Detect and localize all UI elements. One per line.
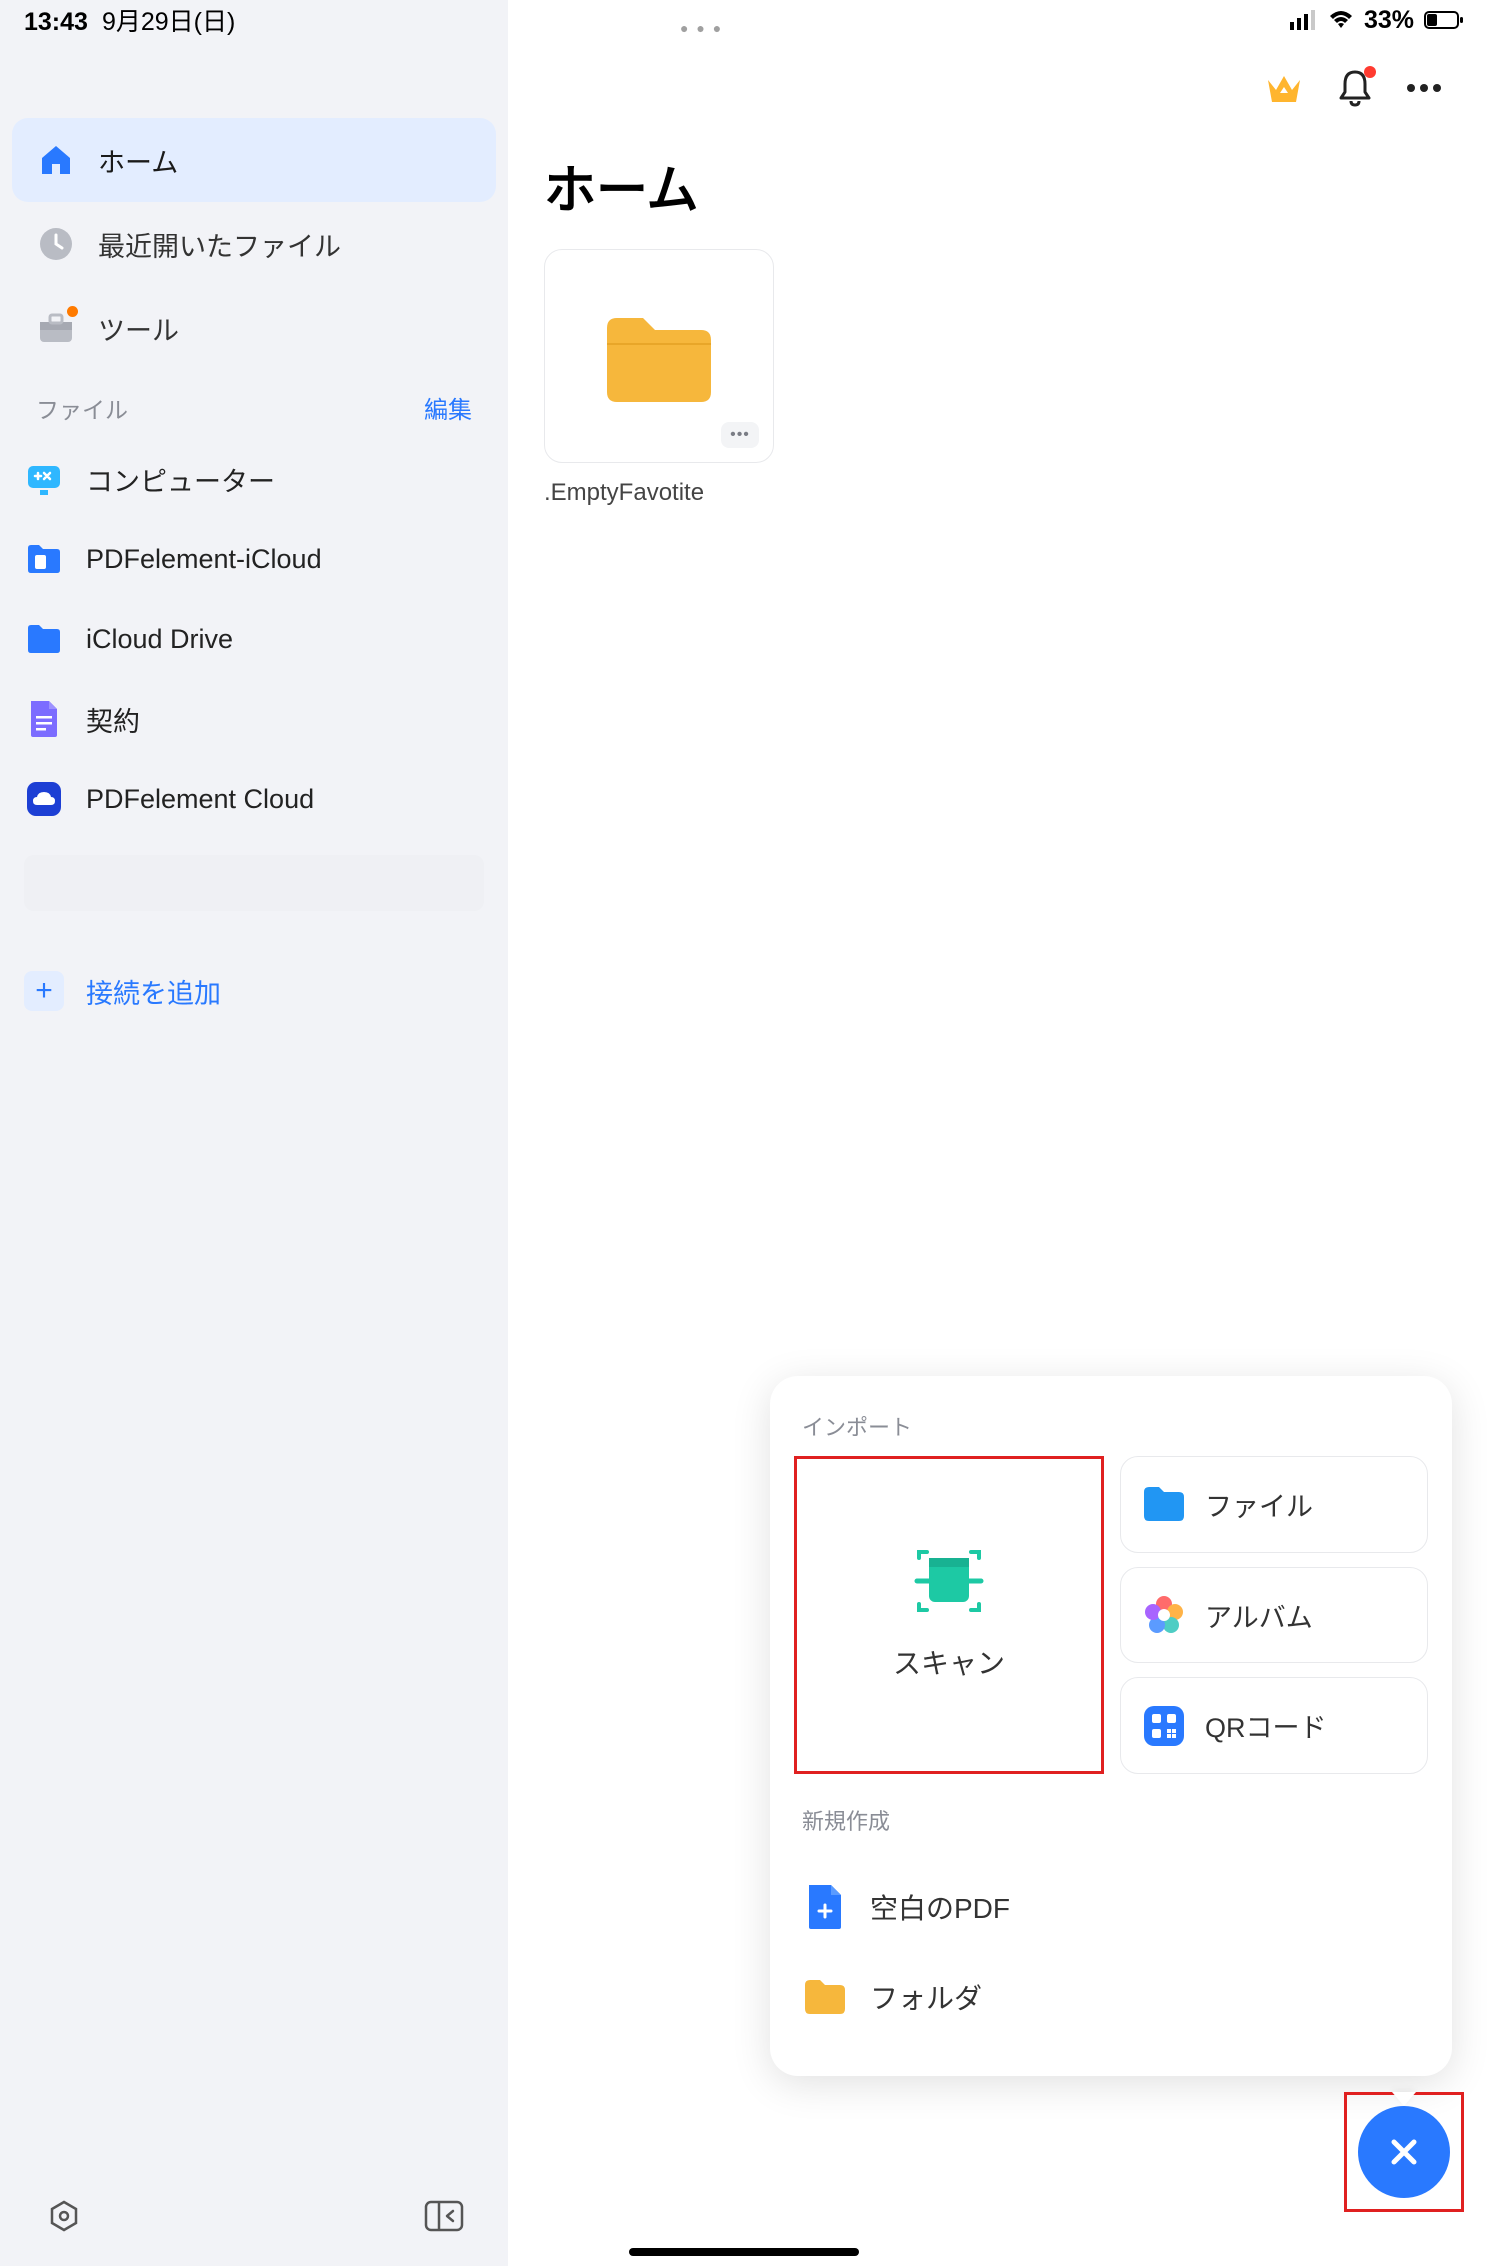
status-bar: 13:43 9月29日(日) 33%	[0, 0, 1488, 40]
sidebar-item-tools[interactable]: ツール	[12, 286, 496, 370]
status-time: 13:43	[24, 8, 88, 37]
premium-crown-button[interactable]	[1264, 70, 1304, 106]
placeholder-row	[24, 855, 484, 911]
home-icon	[36, 140, 76, 180]
folder-icon	[802, 1974, 848, 2020]
create-blank-pdf-label: 空白のPDF	[870, 1887, 1010, 1927]
fab-highlight	[1344, 2092, 1464, 2212]
folder-icon	[1141, 1481, 1187, 1527]
sidebar-item-computer[interactable]: コンピューター	[0, 439, 508, 519]
edit-button[interactable]: 編集	[424, 390, 472, 425]
sidebar-item-label: コンピューター	[86, 460, 275, 499]
home-indicator[interactable]	[629, 2248, 859, 2256]
main-content: ホーム ••• .EmptyFavotite インポート スキャン	[508, 0, 1488, 2266]
sidebar: ホーム 最近開いたファイル ツール ファイル 編集 コンピューター	[0, 0, 508, 2266]
collapse-icon	[424, 2200, 464, 2232]
scan-icon	[913, 1548, 985, 1614]
card-more-button[interactable]: •••	[721, 422, 759, 448]
import-file-button[interactable]: ファイル	[1120, 1456, 1428, 1553]
sidebar-item-label: 最近開いたファイル	[98, 225, 341, 264]
notification-dot-icon	[67, 306, 78, 317]
create-section-title: 新規作成	[802, 1804, 1428, 1836]
scan-label: スキャン	[893, 1642, 1005, 1682]
close-icon	[1386, 2134, 1422, 2170]
computer-icon	[24, 459, 64, 499]
sidebar-item-recent[interactable]: 最近開いたファイル	[12, 202, 496, 286]
notification-dot-icon	[1364, 66, 1376, 78]
toolbox-icon	[36, 308, 76, 348]
sidebar-item-label: PDFelement Cloud	[86, 784, 314, 815]
status-date: 9月29日(日)	[102, 2, 235, 38]
favorite-folder-card[interactable]: •••	[544, 249, 774, 463]
blank-pdf-icon	[802, 1884, 848, 1930]
create-folder-button[interactable]: フォルダ	[794, 1952, 1428, 2042]
folder-icon	[599, 310, 719, 410]
sidebar-item-label: iCloud Drive	[86, 624, 233, 655]
crown-icon	[1264, 70, 1304, 106]
create-folder-label: フォルダ	[870, 1977, 982, 2017]
add-connection-label: 接続を追加	[86, 972, 221, 1011]
plus-icon: +	[24, 971, 64, 1011]
more-menu-button[interactable]	[1406, 83, 1442, 93]
import-section-title: インポート	[802, 1410, 1428, 1442]
import-album-button[interactable]: アルバム	[1120, 1567, 1428, 1664]
wifi-icon	[1328, 10, 1354, 30]
create-blank-pdf-button[interactable]: 空白のPDF	[794, 1862, 1428, 1952]
sidebar-item-contract[interactable]: 契約	[0, 679, 508, 759]
card-label: .EmptyFavotite	[544, 479, 1452, 507]
battery-icon	[1424, 10, 1464, 30]
clock-icon	[36, 224, 76, 264]
import-file-label: ファイル	[1205, 1485, 1313, 1524]
settings-button[interactable]	[44, 2196, 84, 2236]
import-qr-label: QRコード	[1205, 1706, 1327, 1745]
battery-percent: 33%	[1364, 6, 1414, 35]
sidebar-item-label: ツール	[98, 309, 179, 348]
sidebar-item-label: 契約	[86, 700, 140, 739]
cloud-icon	[24, 779, 64, 819]
ellipsis-icon	[1406, 83, 1442, 93]
album-flower-icon	[1141, 1592, 1187, 1638]
add-connection-button[interactable]: + 接続を追加	[0, 951, 508, 1031]
sidebar-item-pdfelement-icloud[interactable]: PDFelement-iCloud	[0, 519, 508, 599]
import-album-label: アルバム	[1205, 1596, 1313, 1635]
sidebar-item-label: PDFelement-iCloud	[86, 544, 322, 575]
hexagon-settings-icon	[47, 2199, 81, 2233]
import-qr-button[interactable]: QRコード	[1120, 1677, 1428, 1774]
scan-button[interactable]: スキャン	[794, 1456, 1104, 1774]
notifications-button[interactable]	[1336, 68, 1374, 108]
page-title: ホーム	[544, 148, 1452, 223]
sidebar-item-icloud-drive[interactable]: iCloud Drive	[0, 599, 508, 679]
document-icon	[24, 699, 64, 739]
files-section-title: ファイル	[36, 391, 128, 425]
sidebar-item-home[interactable]: ホーム	[12, 118, 496, 202]
collapse-sidebar-button[interactable]	[424, 2196, 464, 2236]
close-fab-button[interactable]	[1358, 2106, 1450, 2198]
qr-icon	[1141, 1703, 1187, 1749]
create-import-popup: インポート スキャン ファイル アルバム	[770, 1376, 1452, 2076]
sidebar-item-pdfelement-cloud[interactable]: PDFelement Cloud	[0, 759, 508, 839]
popup-tail-icon	[1392, 2092, 1416, 2106]
pdf-folder-icon	[24, 539, 64, 579]
sidebar-item-label: ホーム	[98, 141, 178, 180]
cellular-icon	[1290, 10, 1318, 30]
icloud-folder-icon	[24, 619, 64, 659]
